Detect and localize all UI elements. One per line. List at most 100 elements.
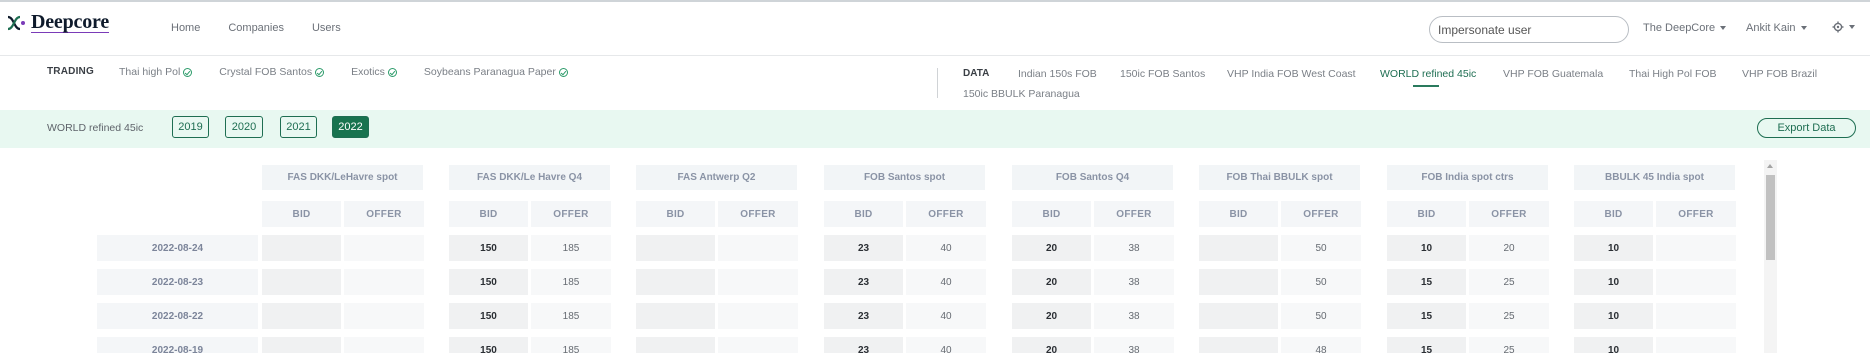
offer-cell[interactable] [344, 235, 424, 261]
offer-cell[interactable]: 40 [906, 269, 986, 295]
export-data-button[interactable]: Export Data [1757, 118, 1856, 138]
data-tab-vhp-india-fob-west-coast[interactable]: VHP India FOB West Coast [1227, 68, 1356, 80]
offer-cell[interactable] [718, 269, 798, 295]
nav-users[interactable]: Users [312, 22, 341, 34]
year-button-2022[interactable]: 2022 [332, 116, 369, 138]
chevron-down-icon [1800, 26, 1807, 30]
bid-cell[interactable]: 150 [449, 337, 528, 353]
offer-cell[interactable]: 38 [1094, 269, 1174, 295]
offer-cell[interactable] [718, 303, 798, 329]
bid-cell[interactable] [636, 303, 715, 329]
bid-cell[interactable]: 23 [824, 235, 903, 261]
bid-cell[interactable]: 10 [1574, 235, 1653, 261]
brand-name: Deepcore [31, 11, 109, 33]
offer-cell[interactable]: 185 [531, 303, 611, 329]
bid-cell[interactable]: 10 [1387, 235, 1466, 261]
offer-cell[interactable]: 25 [1469, 337, 1549, 353]
bid-cell[interactable] [636, 269, 715, 295]
nav-home[interactable]: Home [171, 22, 200, 34]
offer-cell[interactable] [1656, 337, 1736, 353]
bid-cell[interactable] [1199, 303, 1278, 329]
offer-cell[interactable] [344, 337, 424, 353]
bid-cell[interactable] [636, 235, 715, 261]
offer-cell[interactable] [718, 337, 798, 353]
offer-cell[interactable]: 38 [1094, 303, 1174, 329]
data-tab-thai-high-pol-fob[interactable]: Thai High Pol FOB [1629, 68, 1717, 80]
offer-cell[interactable]: 185 [531, 269, 611, 295]
bid-cell[interactable]: 20 [1012, 303, 1091, 329]
bid-cell[interactable]: 150 [449, 269, 528, 295]
offer-cell[interactable]: 38 [1094, 235, 1174, 261]
data-tab-150ic-fob-santos[interactable]: 150ic FOB Santos [1120, 68, 1205, 80]
scrollbar-thumb[interactable] [1766, 175, 1775, 260]
bid-cell[interactable]: 20 [1012, 337, 1091, 353]
brand-logo[interactable]: Deepcore [6, 12, 109, 33]
trading-item-thai-high-pol[interactable]: Thai high Pol [119, 66, 193, 78]
offer-cell[interactable]: 25 [1469, 269, 1549, 295]
offer-cell[interactable]: 50 [1281, 303, 1361, 329]
offer-cell[interactable]: 185 [531, 337, 611, 353]
offer-cell[interactable]: 25 [1469, 303, 1549, 329]
offer-subheader: OFFER [1656, 201, 1736, 227]
bid-cell[interactable] [636, 337, 715, 353]
bid-cell[interactable]: 150 [449, 235, 528, 261]
bid-cell[interactable] [1199, 235, 1278, 261]
year-button-2020[interactable]: 2020 [225, 116, 263, 138]
bid-cell[interactable] [1199, 269, 1278, 295]
offer-cell[interactable]: 40 [906, 235, 986, 261]
data-tab-150ic-bbulk-paranagua[interactable]: 150ic BBULK Paranagua [963, 88, 1080, 100]
bid-cell[interactable]: 10 [1574, 269, 1653, 295]
trading-item-exotics[interactable]: Exotics [351, 66, 397, 78]
bid-cell[interactable] [262, 235, 341, 261]
offer-cell[interactable] [344, 303, 424, 329]
scroll-up-arrow-icon[interactable] [1767, 164, 1773, 168]
offer-cell[interactable]: 185 [531, 235, 611, 261]
bid-cell[interactable]: 15 [1387, 269, 1466, 295]
trading-item-label: Thai high Pol [119, 66, 181, 78]
settings-dropdown[interactable] [1832, 21, 1855, 33]
data-tab-indian-150s-fob[interactable]: Indian 150s FOB [1018, 68, 1097, 80]
bid-cell[interactable]: 23 [824, 337, 903, 353]
offer-cell[interactable] [344, 269, 424, 295]
offer-cell[interactable]: 40 [906, 303, 986, 329]
bid-cell[interactable] [1199, 337, 1278, 353]
bid-cell[interactable]: 20 [1012, 235, 1091, 261]
offer-cell[interactable]: 50 [1281, 235, 1361, 261]
bid-cell[interactable]: 10 [1574, 303, 1653, 329]
trading-item-crystal-fob-santos[interactable]: Crystal FOB Santos [219, 66, 325, 78]
trading-item-soybeans-paranagua-paper[interactable]: Soybeans Paranagua Paper [424, 66, 568, 78]
vertical-scrollbar[interactable] [1764, 160, 1777, 353]
bid-cell[interactable]: 23 [824, 269, 903, 295]
bid-cell[interactable] [262, 337, 341, 353]
year-button-2021[interactable]: 2021 [280, 116, 317, 138]
offer-cell[interactable]: 38 [1094, 337, 1174, 353]
offer-subheader: OFFER [1094, 201, 1174, 227]
column-header: FAS Antwerp Q2 [636, 165, 797, 190]
bid-cell[interactable]: 15 [1387, 303, 1466, 329]
bid-cell[interactable]: 10 [1574, 337, 1653, 353]
offer-cell[interactable]: 48 [1281, 337, 1361, 353]
offer-cell[interactable] [1656, 235, 1736, 261]
bid-cell[interactable]: 15 [1387, 337, 1466, 353]
data-tab-vhp-fob-guatemala[interactable]: VHP FOB Guatemala [1503, 68, 1603, 80]
bid-cell[interactable]: 23 [824, 303, 903, 329]
offer-cell[interactable] [718, 235, 798, 261]
user-dropdown[interactable]: Ankit Kain [1746, 22, 1807, 34]
offer-cell[interactable] [1656, 303, 1736, 329]
impersonate-user-input[interactable]: Impersonate user [1429, 16, 1629, 43]
year-button-2019[interactable]: 2019 [172, 116, 209, 138]
offer-subheader: OFFER [718, 201, 798, 227]
data-tab-vhp-fob-brazil[interactable]: VHP FOB Brazil [1742, 68, 1817, 80]
bid-cell[interactable] [262, 303, 341, 329]
nav-companies[interactable]: Companies [228, 22, 284, 34]
data-tab-world-refined-45ic[interactable]: WORLD refined 45ic [1380, 68, 1476, 80]
offer-cell[interactable]: 40 [906, 337, 986, 353]
offer-cell[interactable] [1656, 269, 1736, 295]
offer-cell[interactable]: 50 [1281, 269, 1361, 295]
bid-cell[interactable] [262, 269, 341, 295]
bid-cell[interactable]: 20 [1012, 269, 1091, 295]
offer-cell[interactable]: 20 [1469, 235, 1549, 261]
column-header: FOB Santos Q4 [1012, 165, 1173, 190]
bid-cell[interactable]: 150 [449, 303, 528, 329]
org-dropdown[interactable]: The DeepCore [1643, 22, 1727, 34]
